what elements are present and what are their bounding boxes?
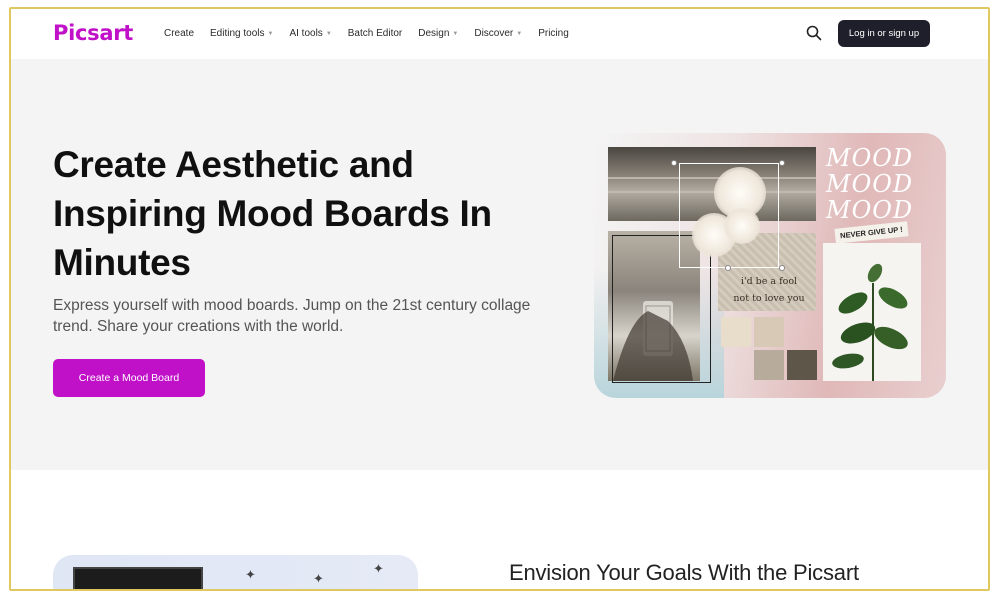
nav-item-label: Pricing xyxy=(538,28,569,39)
create-mood-board-button[interactable]: Create a Mood Board xyxy=(53,359,205,397)
nav-item-batch-editor[interactable]: Batch Editor xyxy=(348,28,402,39)
mood-text: MOOD MOOD MOOD xyxy=(826,144,914,224)
main-nav: Create Editing tools ▼ AI tools ▼ Batch Edito… xyxy=(164,28,585,39)
never-give-up-tag: NEVER GIVE UP ! xyxy=(834,221,909,244)
goals-photo xyxy=(73,567,203,589)
browser-frame: Picsart Create Editing tools ▼ AI tools ▼ Bat… xyxy=(9,7,990,591)
hero-subtitle: Express yourself with mood boards. Jump … xyxy=(53,297,531,335)
nav-item-label: AI tools xyxy=(289,28,323,39)
resize-handle xyxy=(671,160,677,166)
star-icon: ✦ xyxy=(313,571,324,586)
mood-board-collage-image: i'd be a fool not to love you MOOD MOOD … xyxy=(594,133,946,398)
color-swatch xyxy=(754,317,784,347)
resize-handle xyxy=(779,160,785,166)
nav-item-create[interactable]: Create xyxy=(164,28,194,39)
quote-line: i'd be a fool xyxy=(740,276,798,287)
hero-section: Create Aesthetic and Inspiring Mood Boar… xyxy=(11,59,988,470)
picsart-logo[interactable]: Picsart xyxy=(53,21,133,45)
hero-title: Create Aesthetic and Inspiring Mood Boar… xyxy=(53,144,492,283)
nav-item-label: Batch Editor xyxy=(347,28,403,39)
goals-section-title: Envision Your Goals With the Picsart xyxy=(509,560,859,585)
selection-box xyxy=(679,163,779,268)
nav-item-discover[interactable]: Discover ▼ xyxy=(474,28,522,39)
chevron-down-icon: ▼ xyxy=(325,30,332,37)
color-swatch xyxy=(754,350,784,380)
login-signup-button[interactable]: Log in or sign up xyxy=(838,20,930,47)
resize-handle xyxy=(779,265,785,271)
nav-item-editing-tools[interactable]: Editing tools ▼ xyxy=(210,28,273,39)
nav-item-pricing[interactable]: Pricing xyxy=(538,28,569,39)
plant-photo xyxy=(823,243,921,381)
chevron-down-icon: ▼ xyxy=(267,30,274,37)
nav-item-ai-tools[interactable]: AI tools ▼ xyxy=(289,28,331,39)
nav-item-label: Design xyxy=(418,28,450,39)
star-icon: ✦ xyxy=(245,567,256,582)
search-icon[interactable] xyxy=(806,25,822,41)
quote-line: not to love you xyxy=(733,293,805,304)
star-icon: ✦ xyxy=(373,561,384,576)
nav-item-label: Create xyxy=(164,28,195,39)
nav-item-label: Editing tools xyxy=(210,28,265,39)
goals-illustration-card: ✦ ✦ ✦ xyxy=(53,555,418,589)
quote-text: i'd be a fool not to love you xyxy=(724,273,814,307)
resize-handle xyxy=(725,265,731,271)
nav-item-label: Discover xyxy=(474,28,514,39)
chevron-down-icon: ▼ xyxy=(452,30,459,37)
chevron-down-icon: ▼ xyxy=(516,30,523,37)
color-swatch xyxy=(721,317,751,347)
color-swatch xyxy=(787,350,817,380)
top-navbar: Picsart Create Editing tools ▼ AI tools ▼ Bat… xyxy=(11,9,988,59)
nav-item-design[interactable]: Design ▼ xyxy=(418,28,458,39)
